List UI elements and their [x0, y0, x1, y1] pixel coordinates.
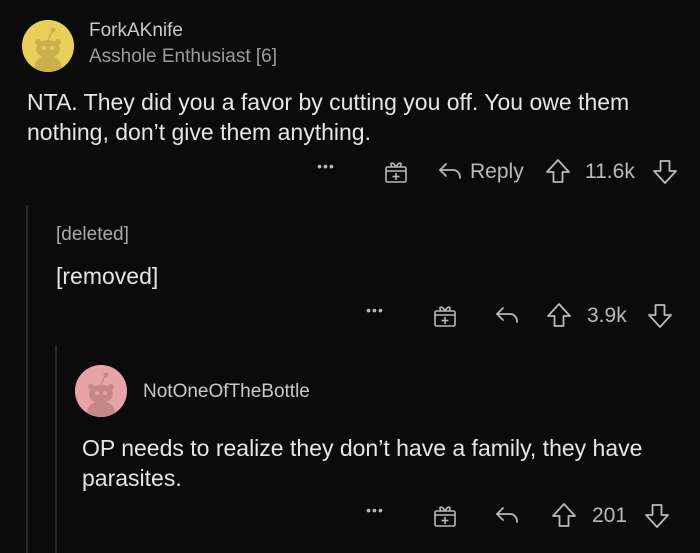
comment-author[interactable]: ForkAKnife: [89, 20, 183, 42]
vote-score: 201: [592, 504, 628, 527]
avatar[interactable]: [75, 365, 127, 417]
downvote-arrow-icon[interactable]: [644, 502, 670, 530]
reply-arrow-icon[interactable]: [494, 502, 520, 528]
avatar[interactable]: [22, 20, 74, 72]
comment-deleted: [deleted] [removed] ••• 3.9k: [0, 200, 700, 340]
more-dots-icon[interactable]: •••: [313, 158, 339, 174]
gift-award-icon[interactable]: [432, 502, 458, 528]
comment-forkaknife: ForkAKnife Asshole Enthusiast [6] NTA. T…: [0, 0, 700, 200]
user-flair: Asshole Enthusiast [6]: [89, 46, 277, 67]
upvote-arrow-icon[interactable]: [551, 501, 577, 529]
downvote-arrow-icon[interactable]: [652, 158, 678, 186]
comment-body: NTA. They did you a favor by cutting you…: [27, 89, 630, 145]
gift-award-icon[interactable]: [383, 158, 409, 184]
comment-actions: ••• Reply 11.6k: [313, 156, 683, 186]
vote-score: 3.9k: [587, 304, 627, 327]
comment-actions: ••• 201: [362, 500, 682, 530]
vote-score: 11.6k: [585, 160, 635, 183]
upvote-arrow-icon[interactable]: [545, 157, 571, 185]
more-dots-icon[interactable]: •••: [362, 302, 388, 318]
reply-button[interactable]: Reply: [470, 160, 524, 184]
upvote-arrow-icon[interactable]: [546, 301, 572, 329]
comment-body: OP needs to realize they don’t have a fa…: [82, 435, 643, 491]
gift-award-icon[interactable]: [432, 302, 458, 328]
downvote-arrow-icon[interactable]: [647, 302, 673, 330]
comment-actions: ••• 3.9k: [362, 300, 682, 330]
comment-author: [deleted]: [56, 224, 129, 245]
comment-body: [removed]: [56, 263, 159, 289]
snoo-avatar-icon: [22, 20, 74, 72]
reply-arrow-icon[interactable]: [494, 302, 520, 328]
more-dots-icon[interactable]: •••: [362, 502, 388, 518]
comment-author[interactable]: NotOneOfTheBottle: [143, 381, 310, 403]
snoo-avatar-icon: [75, 365, 127, 417]
comment-notoneofthebottle: NotOneOfTheBottle OP needs to realize th…: [0, 340, 700, 553]
reply-arrow-icon[interactable]: [437, 158, 463, 184]
